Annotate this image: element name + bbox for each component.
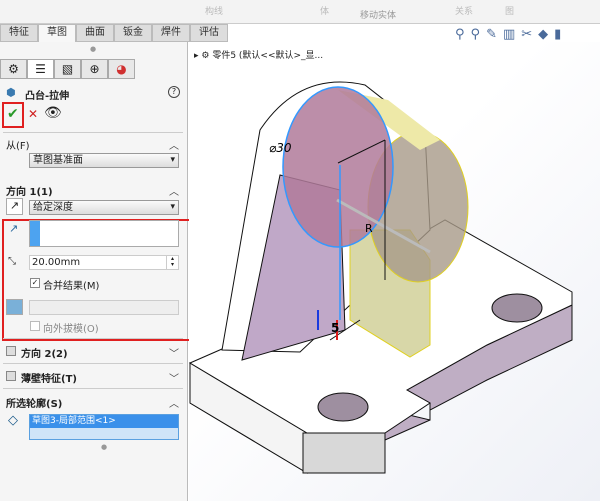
config-manager-tab-icon[interactable]: ▧ — [54, 59, 81, 79]
from-section-header[interactable]: 从(F) — [6, 137, 30, 152]
base-round-face — [302, 432, 386, 474]
section-view-icon[interactable]: ▥ — [503, 27, 521, 42]
tab-surfaces[interactable]: 曲面 — [76, 24, 114, 42]
hide-show-icon[interactable]: ▮ — [554, 27, 567, 42]
tab-features[interactable]: 特征 — [0, 24, 38, 42]
splitter-handle[interactable]: ● — [90, 45, 96, 53]
move-entity-button[interactable]: 移动实体 — [360, 8, 396, 21]
preview-eye-icon[interactable]: 👁 — [44, 105, 62, 121]
contours-list[interactable]: 草图3-局部范围<1> — [29, 414, 179, 440]
thin-feature-checkbox[interactable] — [6, 371, 16, 381]
view-toolbar: ⚲⚲✎▥✂◆▮ — [455, 27, 567, 42]
depth-value: 20.00mm — [32, 257, 81, 268]
ribbon-item[interactable]: 构线 — [205, 4, 223, 17]
ribbon-item[interactable]: 图 — [505, 4, 514, 17]
draft-outward-checkbox[interactable] — [30, 321, 40, 331]
view-orientation-icon[interactable]: ✂ — [521, 27, 538, 42]
direction2-header[interactable]: 方向 2(2) — [21, 345, 68, 360]
contour-diamond-icon: ◇ — [8, 413, 18, 428]
merge-result-checkbox[interactable]: ✓ — [30, 278, 40, 288]
feature-tree-tab-icon[interactable]: ⚙ — [0, 59, 27, 79]
thin-feature-header[interactable]: 薄壁特征(T) — [21, 370, 77, 385]
tab-weldments[interactable]: 焊件 — [152, 24, 190, 42]
chevron-up-icon[interactable]: ︿ — [169, 137, 179, 152]
ok-check-icon[interactable]: ✔ — [7, 106, 19, 122]
property-manager-tab-icon[interactable]: ☰ — [27, 59, 54, 79]
selected-contours-header[interactable]: 所选轮廓(S) — [6, 395, 62, 410]
appearance-tab-icon[interactable]: ◕ — [108, 59, 135, 79]
end-condition-select[interactable]: 给定深度 — [29, 200, 179, 215]
tab-sheet-metal[interactable]: 钣金 — [114, 24, 152, 42]
depth-input[interactable]: 20.00mm ▴ ▾ — [29, 255, 179, 270]
reverse-direction-icon[interactable]: ↗ — [6, 198, 23, 215]
help-button[interactable]: ? — [168, 86, 180, 98]
property-manager: ● ⚙ ☰ ▧ ⊕ ◕ ⬢ 凸台-拉伸 ? ✔ ✕ 👁 从(F) ︿ 草图基准面… — [0, 42, 193, 501]
ribbon-item[interactable]: 体 — [320, 4, 329, 17]
chevron-down-icon[interactable]: ﹀ — [169, 370, 179, 385]
chevron-up-icon[interactable]: ︿ — [169, 395, 179, 410]
chevron-down-icon[interactable]: ﹀ — [169, 345, 179, 360]
from-select[interactable]: 草图基准面 — [29, 153, 179, 168]
previous-view-icon[interactable]: ✎ — [486, 27, 503, 42]
ribbon-item[interactable]: 关系 — [455, 4, 473, 17]
radius-dimension[interactable]: R — [365, 222, 373, 235]
contour-list-item[interactable]: 草图3-局部范围<1> — [30, 415, 178, 428]
length-dimension[interactable]: 5 — [331, 321, 339, 335]
ribbon-toolbar: 构线 体 移动实体 关系 图 — [0, 0, 600, 24]
draft-angle-input[interactable] — [29, 300, 179, 315]
hole-front — [317, 392, 369, 422]
direction1-header[interactable]: 方向 1(1) — [6, 183, 53, 198]
resize-handle[interactable]: ● — [101, 443, 107, 451]
direction-vector-field[interactable] — [29, 220, 179, 247]
display-style-icon[interactable]: ◆ — [538, 27, 554, 42]
extrude-icon: ⬢ — [6, 86, 16, 99]
chevron-up-icon[interactable]: ︿ — [169, 183, 179, 198]
depth-dimension-icon: ⤡ — [8, 256, 16, 267]
depth-spinner[interactable]: ▴ ▾ — [166, 256, 178, 269]
direction2-checkbox[interactable] — [6, 346, 16, 356]
graphics-area[interactable]: ▸ ⚙ 零件5 (默认<<默认>_显... ⌀30 5 R — [189, 42, 600, 501]
feature-title: 凸台-拉伸 — [25, 91, 70, 102]
hole-back — [491, 293, 543, 323]
tab-evaluate[interactable]: 评估 — [190, 24, 228, 42]
draft-outward-label: 向外拔模(O) — [43, 324, 99, 335]
3d-model[interactable]: ⌀30 5 R — [189, 42, 600, 501]
draft-icon[interactable] — [6, 299, 23, 315]
direction-arrow-icon: ↗ — [9, 222, 19, 235]
tab-sketch[interactable]: 草图 — [38, 24, 76, 42]
cancel-x-icon[interactable]: ✕ — [28, 107, 38, 121]
dimxpert-tab-icon[interactable]: ⊕ — [81, 59, 108, 79]
command-tabs: 特征 草图 曲面 钣金 焊件 评估 — [0, 24, 230, 42]
zoom-fit-icon[interactable]: ⚲ — [455, 27, 471, 42]
zoom-area-icon[interactable]: ⚲ — [471, 27, 487, 42]
merge-result-label: 合并结果(M) — [43, 281, 100, 292]
diameter-dimension[interactable]: ⌀30 — [269, 141, 292, 155]
